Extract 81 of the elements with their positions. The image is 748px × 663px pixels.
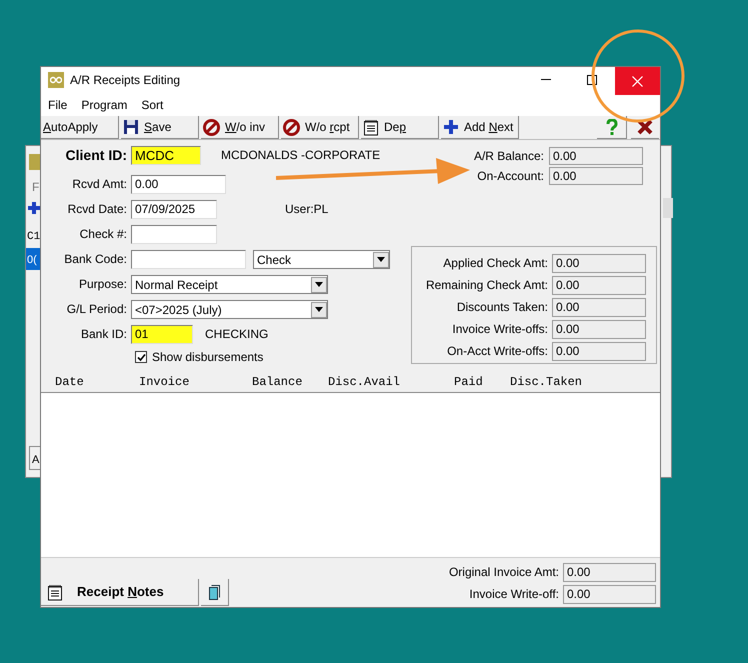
menu-item[interactable]: Sort: [141, 96, 164, 114]
cross-icon: [637, 119, 653, 135]
field-label: Original Invoice Amt:: [448, 564, 560, 581]
read-only-field: 0.00: [552, 320, 646, 338]
menu-item[interactable]: File: [48, 96, 68, 114]
read-only-field: 0.00: [552, 254, 646, 272]
table-cell-text: 0(: [27, 253, 37, 268]
column-header: Balance: [252, 374, 304, 391]
column-header: Disc.Avail: [328, 374, 402, 391]
toolbar-button[interactable]: W/o inv: [201, 116, 279, 139]
notes-button[interactable]: Receipt Notes: [41, 579, 199, 606]
user-label: User:PL: [285, 201, 328, 218]
read-only-field: 0.00: [552, 342, 646, 360]
plus-icon: [28, 201, 40, 215]
column-header: C1: [27, 230, 40, 245]
prohibited-icon: [283, 118, 300, 136]
toolbar-button[interactable]: Add Next: [441, 116, 519, 139]
close-button[interactable]: [615, 67, 660, 95]
app-logo-icon: [48, 72, 64, 88]
column-header: Invoice: [139, 374, 190, 391]
minimize-icon: [541, 79, 551, 81]
app-icon: [29, 154, 41, 170]
field-label: On-Account:: [476, 168, 545, 185]
input-field[interactable]: [131, 250, 246, 269]
caret-icon: [377, 257, 385, 262]
read-only-field: 0.00: [549, 167, 643, 185]
menu-item[interactable]: Program: [81, 96, 128, 114]
input-field[interactable]: 01: [131, 325, 193, 344]
notepad-icon: [47, 584, 63, 600]
maximize-icon: [587, 75, 597, 85]
field-label: Remaining Check Amt:: [424, 277, 549, 294]
dropdown[interactable]: Check: [253, 250, 390, 269]
read-only-field: 0.00: [563, 584, 656, 604]
client-name: MCDONALDS -CORPORATE: [221, 147, 380, 164]
input-field[interactable]: 07/09/2025: [131, 200, 217, 219]
caret-icon: [315, 282, 323, 287]
checkbox-label[interactable]: Show disbursements: [152, 348, 264, 366]
field-label: Discounts Taken:: [456, 299, 549, 316]
read-only-field: 0.00: [549, 147, 643, 165]
read-only-field: 0.00: [563, 562, 656, 582]
column-header: Disc.Taken: [510, 374, 584, 391]
input-field[interactable]: [131, 225, 217, 244]
field-label: G/L Period:: [66, 301, 128, 318]
field-label: A/R Balance:: [472, 148, 545, 165]
toolbar-button[interactable]: W/o rcpt: [281, 116, 359, 139]
notepad-icon: [363, 118, 379, 136]
field-label: On-Acct Write-offs:: [446, 343, 549, 360]
field-label: Check #:: [78, 226, 128, 243]
read-only-field: 0.00: [552, 276, 646, 294]
input-field[interactable]: MCDC: [131, 146, 201, 165]
field-label: Invoice Write-off:: [469, 586, 560, 603]
field-label: Bank ID:: [80, 326, 128, 343]
field-label: Invoice Write-offs:: [451, 321, 549, 338]
column-header: Paid: [454, 374, 484, 391]
field-label: Rcvd Amt:: [71, 176, 128, 193]
input-field[interactable]: 0.00: [131, 175, 226, 194]
dropdown[interactable]: <07>2025 (July): [131, 300, 328, 319]
column-header: Date: [55, 374, 85, 391]
prohibited-icon: [203, 118, 220, 136]
checkbox[interactable]: [135, 351, 147, 363]
field-label: Rcvd Date:: [66, 201, 128, 218]
toolbar-button[interactable]: [201, 579, 229, 606]
button-label: A: [32, 453, 40, 468]
toolbar-button[interactable]: AutoApply: [41, 116, 119, 139]
close-icon: [632, 76, 643, 86]
toolbar-button[interactable]: Save: [121, 116, 199, 139]
bank-name: CHECKING: [205, 326, 268, 343]
toolbar-button[interactable]: Dep: [361, 116, 439, 139]
plus-icon: [443, 119, 459, 135]
field-label: Client ID:: [64, 146, 128, 165]
field-label: Purpose:: [78, 276, 128, 293]
caret-icon: [315, 307, 323, 312]
book-icon: [209, 584, 220, 600]
field-label: Bank Code:: [63, 251, 128, 268]
selected-row[interactable]: [26, 248, 41, 270]
question-mark-icon: [606, 118, 618, 136]
menu-item[interactable]: F: [32, 178, 40, 196]
field-label: Applied Check Amt:: [442, 255, 549, 272]
window-title: A/R Receipts Editing: [70, 72, 180, 89]
dropdown[interactable]: Normal Receipt: [131, 275, 328, 294]
read-only-field: 0.00: [552, 298, 646, 316]
